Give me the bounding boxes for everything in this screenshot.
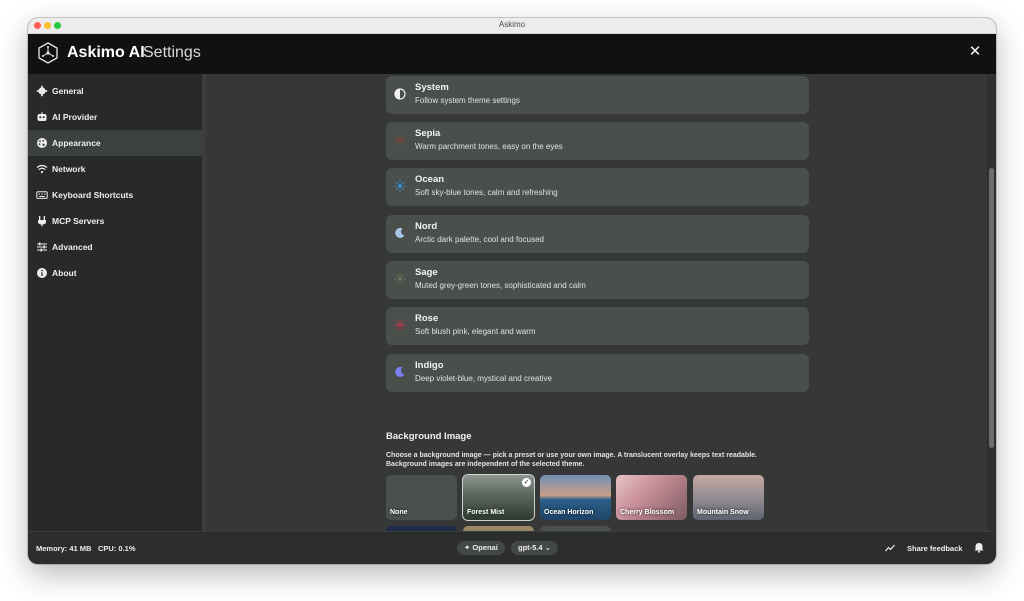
theme-description: Follow system theme settings [415, 96, 520, 105]
preset-label: Mountain Snow [697, 509, 749, 516]
app-name: Askimo AI [67, 44, 145, 61]
sidebar-item-label: Appearance [52, 138, 101, 148]
moon-icon [395, 366, 405, 377]
preset-label: Forest Mist [467, 509, 505, 516]
bell-icon[interactable] [974, 542, 984, 553]
background-desc-line: Choose a background image — pick a prese… [386, 452, 757, 459]
model-selector[interactable]: gpt-5.4 ⌄ [511, 541, 558, 555]
cpu-usage: CPU: 0.1% [98, 544, 136, 553]
theme-name: Sepia [415, 128, 441, 139]
background-image-heading: Background Image [386, 431, 472, 442]
info-icon [37, 268, 47, 278]
app-header: Askimo AI Settings ✕ [28, 34, 996, 75]
background-preset-none[interactable]: None [386, 475, 457, 520]
sidebar-item-mcp-servers[interactable]: MCP Servers [28, 208, 202, 234]
memory-usage: Memory: 41 MB [36, 544, 92, 553]
sliders-icon [37, 242, 47, 252]
theme-name: Rose [415, 313, 439, 324]
sidebar-item-appearance[interactable]: Appearance [28, 130, 202, 156]
settings-window: Askimo Askimo AI Settings ✕ General AI P… [28, 18, 996, 564]
trend-chart-icon[interactable] [885, 544, 895, 552]
theme-name: Sage [415, 267, 438, 278]
close-settings-button[interactable]: ✕ [968, 44, 982, 59]
appearance-panel: System Follow system theme settings Sepi… [206, 74, 996, 531]
scrollbar-thumb[interactable] [989, 168, 994, 448]
sidebar-item-about[interactable]: About [28, 260, 202, 286]
theme-option-sepia[interactable]: Sepia Warm parchment tones, easy on the … [386, 122, 809, 160]
chevron-down-icon: ⌄ [542, 543, 551, 552]
theme-option-rose[interactable]: Rose Soft blush pink, elegant and warm [386, 307, 809, 345]
gear-icon [36, 85, 48, 97]
palette-icon [37, 138, 47, 148]
window-titlebar: Askimo [28, 18, 996, 34]
sidebar-item-label: Advanced [52, 242, 93, 252]
theme-description: Deep violet-blue, mystical and creative [415, 374, 552, 383]
sidebar-item-advanced[interactable]: Advanced [28, 234, 202, 260]
theme-option-indigo[interactable]: Indigo Deep violet-blue, mystical and cr… [386, 354, 809, 392]
theme-description: Soft blush pink, elegant and warm [415, 327, 536, 336]
sidebar-item-network[interactable]: Network [28, 156, 202, 182]
page-title: Settings [143, 44, 201, 61]
wifi-icon [36, 164, 48, 174]
preset-label: Cherry Blossom [620, 509, 675, 516]
selected-check-icon: ✓ [522, 478, 531, 487]
theme-description: Warm parchment tones, easy on the eyes [415, 142, 563, 151]
plug-icon [38, 216, 46, 227]
preset-label: Ocean Horizon [544, 509, 594, 516]
sidebar-item-ai-provider[interactable]: AI Provider [28, 104, 202, 130]
sun-icon [394, 273, 406, 285]
window-title: Askimo [498, 20, 526, 29]
background-preset-forest-mist[interactable]: ✓ Forest Mist [462, 474, 535, 521]
theme-description: Arctic dark palette, cool and focused [415, 235, 544, 244]
theme-name: System [415, 82, 449, 93]
provider-label: Openai [472, 543, 498, 552]
background-image-description: Choose a background image — pick a prese… [386, 452, 806, 469]
robot-icon [37, 111, 47, 121]
background-desc-line: Background images are independent of the… [386, 460, 585, 468]
sidebar-item-label: AI Provider [52, 112, 98, 122]
theme-name: Nord [415, 221, 438, 232]
sidebar-item-label: Keyboard Shortcuts [52, 190, 134, 200]
theme-option-sage[interactable]: Sage Muted grey-green tones, sophisticat… [386, 261, 809, 299]
sidebar-item-label: About [52, 268, 77, 278]
background-preset-mountain-snow[interactable]: Mountain Snow [693, 475, 764, 520]
theme-description: Muted grey-green tones, sophisticated an… [415, 281, 586, 290]
askimo-logo-icon [38, 42, 58, 64]
status-bar: Memory: 41 MB CPU: 0.1% ✦ Openai gpt-5.4… [28, 531, 996, 564]
settings-sidebar: General AI Provider Appearance Network K… [28, 74, 202, 531]
sidebar-item-keyboard-shortcuts[interactable]: Keyboard Shortcuts [28, 182, 202, 208]
sidebar-item-general[interactable]: General [28, 78, 202, 104]
theme-option-nord[interactable]: Nord Arctic dark palette, cool and focus… [386, 215, 809, 253]
sidebar-item-label: General [52, 86, 84, 96]
keyboard-icon [36, 191, 48, 199]
sun-icon [394, 319, 406, 331]
provider-selector[interactable]: ✦ Openai [457, 541, 505, 555]
theme-name: Indigo [415, 360, 444, 371]
half-circle-icon [394, 88, 406, 100]
sidebar-item-label: Network [52, 164, 86, 174]
share-feedback-link[interactable]: Share feedback [907, 544, 962, 553]
theme-name: Ocean [415, 174, 445, 185]
sidebar-item-label: MCP Servers [52, 216, 105, 226]
background-preset-ocean-horizon[interactable]: Ocean Horizon [540, 475, 611, 520]
preset-label: None [390, 509, 408, 516]
background-preset-cherry-blossom[interactable]: Cherry Blossom [616, 475, 687, 520]
theme-description: Soft sky-blue tones, calm and refreshing [415, 188, 558, 197]
sun-icon [394, 134, 406, 146]
sun-icon [394, 180, 406, 192]
theme-option-system[interactable]: System Follow system theme settings [386, 76, 809, 114]
theme-option-ocean[interactable]: Ocean Soft sky-blue tones, calm and refr… [386, 168, 809, 206]
moon-icon [395, 227, 405, 238]
model-label: gpt-5.4 [518, 543, 543, 552]
